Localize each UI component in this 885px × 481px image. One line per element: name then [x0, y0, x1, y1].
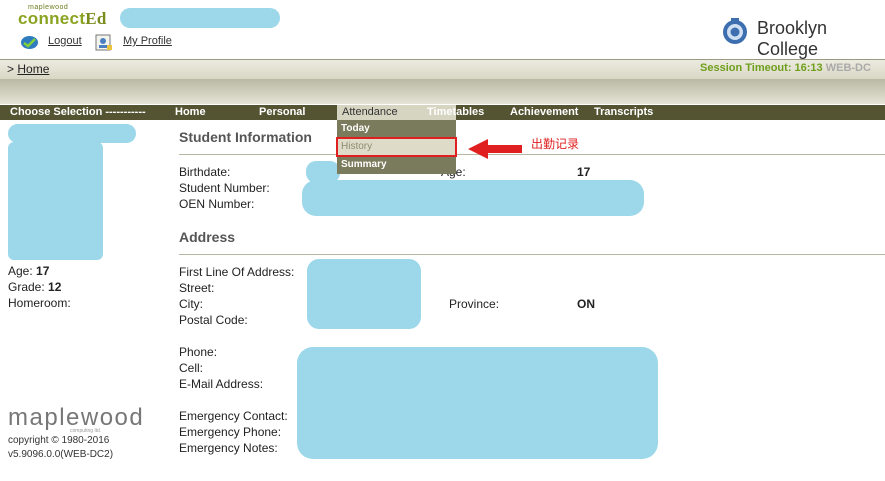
address-heading: Address — [179, 229, 236, 245]
session-timeout-text: Session Timeout: 16:13 — [700, 62, 823, 74]
divider — [179, 254, 885, 255]
annotation-text: 出勤记录 — [531, 137, 580, 151]
first-line-label: First Line Of Address: — [179, 265, 295, 279]
logout-link[interactable]: Logout — [48, 35, 82, 47]
sidebar-homeroom-label: Homeroom: — [8, 296, 71, 310]
choose-selection-menu[interactable]: Choose Selection ----------- — [10, 106, 146, 118]
red-arrow-icon — [468, 139, 522, 164]
session-timeout: Session Timeout: 16:13 WEB-DC — [700, 62, 871, 74]
history-highlight-box — [336, 137, 457, 157]
copyright-text: copyright © 1980-2016 — [8, 435, 110, 446]
province-value: ON — [577, 297, 595, 311]
profile-icon[interactable] — [95, 34, 113, 51]
email-label: E-Mail Address: — [179, 377, 264, 391]
emergency-notes-label: Emergency Notes: — [179, 441, 278, 455]
redacted-username — [120, 8, 280, 28]
age-value: 17 — [577, 165, 591, 179]
sidebar-age-value: 17 — [36, 264, 50, 278]
dropdown-today[interactable]: Today — [341, 123, 370, 134]
sidebar-age: Age: 17 — [8, 264, 49, 278]
version-text: v5.9096.0.0(WEB-DC2) — [8, 449, 114, 460]
student-info-heading: Student Information — [179, 129, 312, 145]
province-label: Province: — [449, 297, 500, 311]
breadcrumb-prefix: > — [7, 62, 15, 76]
oen-number-label: OEN Number: — [179, 197, 255, 211]
city-label: City: — [179, 297, 203, 311]
redacted-numbers — [302, 180, 644, 216]
sidebar-age-label: Age: — [8, 264, 33, 278]
street-label: Street: — [179, 281, 215, 295]
birthdate-label: Birthdate: — [179, 165, 231, 179]
server-name: WEB-DC — [825, 62, 871, 74]
nav-transcripts[interactable]: Transcripts — [594, 106, 653, 118]
logo-main-text: connect — [18, 9, 86, 28]
nav-home[interactable]: Home — [175, 106, 206, 118]
cell-label: Cell: — [179, 361, 204, 375]
sidebar-grade-label: Grade: — [8, 280, 45, 294]
student-number-label: Student Number: — [179, 181, 270, 195]
header-band — [0, 79, 885, 104]
postal-code-label: Postal Code: — [179, 313, 248, 327]
emergency-phone-label: Emergency Phone: — [179, 425, 282, 439]
breadcrumb: > Home — [7, 62, 49, 76]
sidebar-grade-value: 12 — [48, 280, 62, 294]
redacted-contact — [297, 347, 658, 459]
dropdown-summary[interactable]: Summary — [341, 159, 387, 170]
my-profile-link[interactable]: My Profile — [123, 35, 172, 47]
redacted-student-name — [8, 124, 136, 143]
redacted-student-photo — [8, 142, 103, 260]
divider — [179, 154, 885, 155]
nav-personal[interactable]: Personal — [259, 106, 305, 118]
emergency-contact-label: Emergency Contact: — [179, 409, 288, 423]
breadcrumb-home-link[interactable]: Home — [17, 62, 49, 76]
phone-label: Phone: — [179, 345, 218, 359]
college-name: Brooklyn College — [757, 18, 828, 59]
footer-logo-sub: computing ltd. — [70, 428, 102, 434]
redacted-address — [307, 259, 421, 329]
nav-timetables[interactable]: Timetables — [427, 106, 484, 118]
logo-ed-text: Ed — [85, 9, 107, 28]
logout-icon[interactable] — [20, 35, 39, 50]
sidebar-grade: Grade: 12 — [8, 280, 61, 294]
nav-achievement[interactable]: Achievement — [510, 106, 578, 118]
college-seal-icon — [722, 17, 748, 45]
connected-logo: connectEd — [18, 9, 107, 29]
